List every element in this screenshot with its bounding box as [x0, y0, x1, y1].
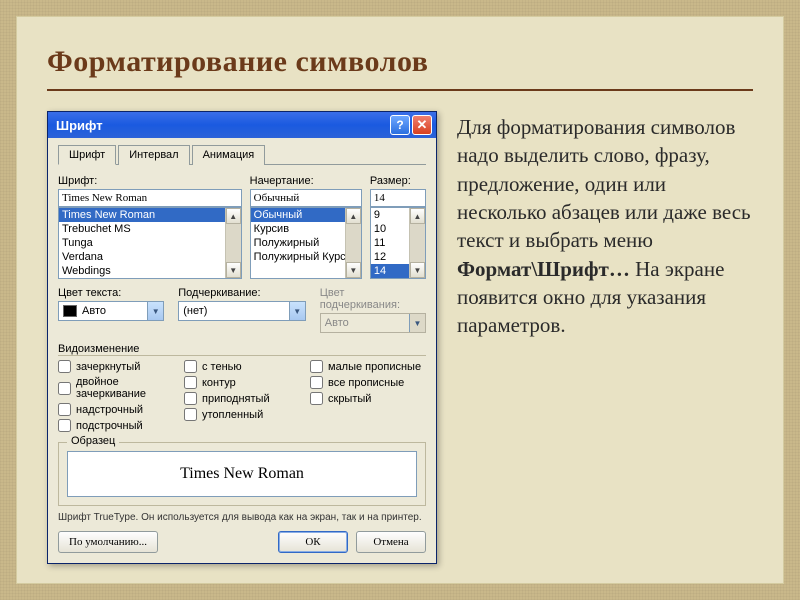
sample-group: Образец Times New Roman	[58, 442, 426, 506]
close-button[interactable]: ✕	[412, 115, 432, 135]
checkbox-engrave[interactable]: утопленный	[184, 408, 300, 421]
chevron-down-icon[interactable]: ▼	[289, 302, 305, 320]
sample-label: Образец	[67, 435, 119, 447]
underline-value: (нет)	[183, 305, 289, 317]
color-combo[interactable]: Авто ▼	[58, 301, 164, 321]
font-dialog: Шрифт ? ✕ Шрифт Интервал Анимация Шрифт:	[47, 111, 437, 564]
list-item[interactable]: Webdings	[59, 264, 241, 278]
style-input[interactable]	[250, 189, 362, 207]
checkbox-emboss[interactable]: приподнятый	[184, 392, 300, 405]
underline-combo[interactable]: (нет) ▼	[178, 301, 306, 321]
slide-title: Форматирование символов	[47, 45, 753, 79]
tab-font[interactable]: Шрифт	[58, 145, 116, 165]
dialog-title: Шрифт	[56, 118, 103, 133]
color-label: Цвет текста:	[58, 287, 164, 299]
underline-label: Подчеркивание:	[178, 287, 306, 299]
checkbox-smallcaps[interactable]: малые прописные	[310, 360, 426, 373]
list-item[interactable]: Trebuchet MS	[59, 222, 241, 236]
default-button[interactable]: По умолчанию...	[58, 531, 158, 553]
scroll-down-icon[interactable]: ▼	[226, 262, 241, 278]
checkbox-hidden[interactable]: скрытый	[310, 392, 426, 405]
scroll-down-icon[interactable]: ▼	[346, 262, 361, 278]
checkbox-superscript[interactable]: надстрочный	[58, 403, 174, 416]
tab-interval[interactable]: Интервал	[118, 145, 189, 165]
paragraph-before: Для форматирования символов надо выделит…	[457, 115, 751, 252]
chevron-down-icon[interactable]: ▼	[147, 302, 163, 320]
underline-color-combo: Авто ▼	[320, 313, 426, 333]
checkbox-allcaps[interactable]: все прописные	[310, 376, 426, 389]
font-label: Шрифт:	[58, 175, 242, 187]
font-list[interactable]: Times New Roman Trebuchet MS Tunga Verda…	[58, 207, 242, 279]
effects-label: Видоизменение	[58, 343, 426, 356]
checkbox-subscript[interactable]: подстрочный	[58, 419, 174, 432]
scrollbar[interactable]: ▲▼	[225, 208, 241, 278]
font-input[interactable]	[58, 189, 242, 207]
underline-color-value: Авто	[325, 317, 409, 329]
ok-button[interactable]: ОК	[278, 531, 348, 553]
slide-paragraph: Для форматирования символов надо выделит…	[457, 111, 753, 340]
help-button[interactable]: ?	[390, 115, 410, 135]
scrollbar[interactable]: ▲▼	[409, 208, 425, 278]
tabs: Шрифт Интервал Анимация	[58, 144, 426, 165]
menu-path: Формат\Шрифт…	[457, 257, 630, 281]
checkbox-outline[interactable]: контур	[184, 376, 300, 389]
underline-color-label: Цвет подчеркивания:	[320, 287, 426, 311]
checkbox-double-strikethrough[interactable]: двойное зачеркивание	[58, 376, 174, 400]
size-list[interactable]: 9 10 11 12 14 ▲▼	[370, 207, 426, 279]
truetype-hint: Шрифт TrueType. Он используется для выво…	[58, 512, 426, 523]
checkbox-strikethrough[interactable]: зачеркнутый	[58, 360, 174, 373]
list-item[interactable]: Times New Roman	[59, 208, 241, 222]
chevron-down-icon: ▼	[409, 314, 425, 332]
style-list[interactable]: Обычный Курсив Полужирный Полужирный Кур…	[250, 207, 362, 279]
dialog-titlebar[interactable]: Шрифт ? ✕	[48, 112, 436, 138]
title-rule	[47, 89, 753, 91]
cancel-button[interactable]: Отмена	[356, 531, 426, 553]
style-label: Начертание:	[250, 175, 362, 187]
color-value: Авто	[82, 305, 147, 317]
list-item[interactable]: Verdana	[59, 250, 241, 264]
scroll-up-icon[interactable]: ▲	[226, 208, 241, 224]
checkbox-shadow[interactable]: с тенью	[184, 360, 300, 373]
scroll-up-icon[interactable]: ▲	[346, 208, 361, 224]
scrollbar[interactable]: ▲▼	[345, 208, 361, 278]
scroll-down-icon[interactable]: ▼	[410, 262, 425, 278]
sample-preview: Times New Roman	[67, 451, 417, 497]
color-swatch-icon	[63, 305, 77, 317]
size-input[interactable]	[370, 189, 426, 207]
scroll-up-icon[interactable]: ▲	[410, 208, 425, 224]
size-label: Размер:	[370, 175, 426, 187]
effects-group: зачеркнутый двойное зачеркивание надстро…	[58, 360, 426, 432]
tab-animation[interactable]: Анимация	[192, 145, 266, 165]
list-item[interactable]: Tunga	[59, 236, 241, 250]
